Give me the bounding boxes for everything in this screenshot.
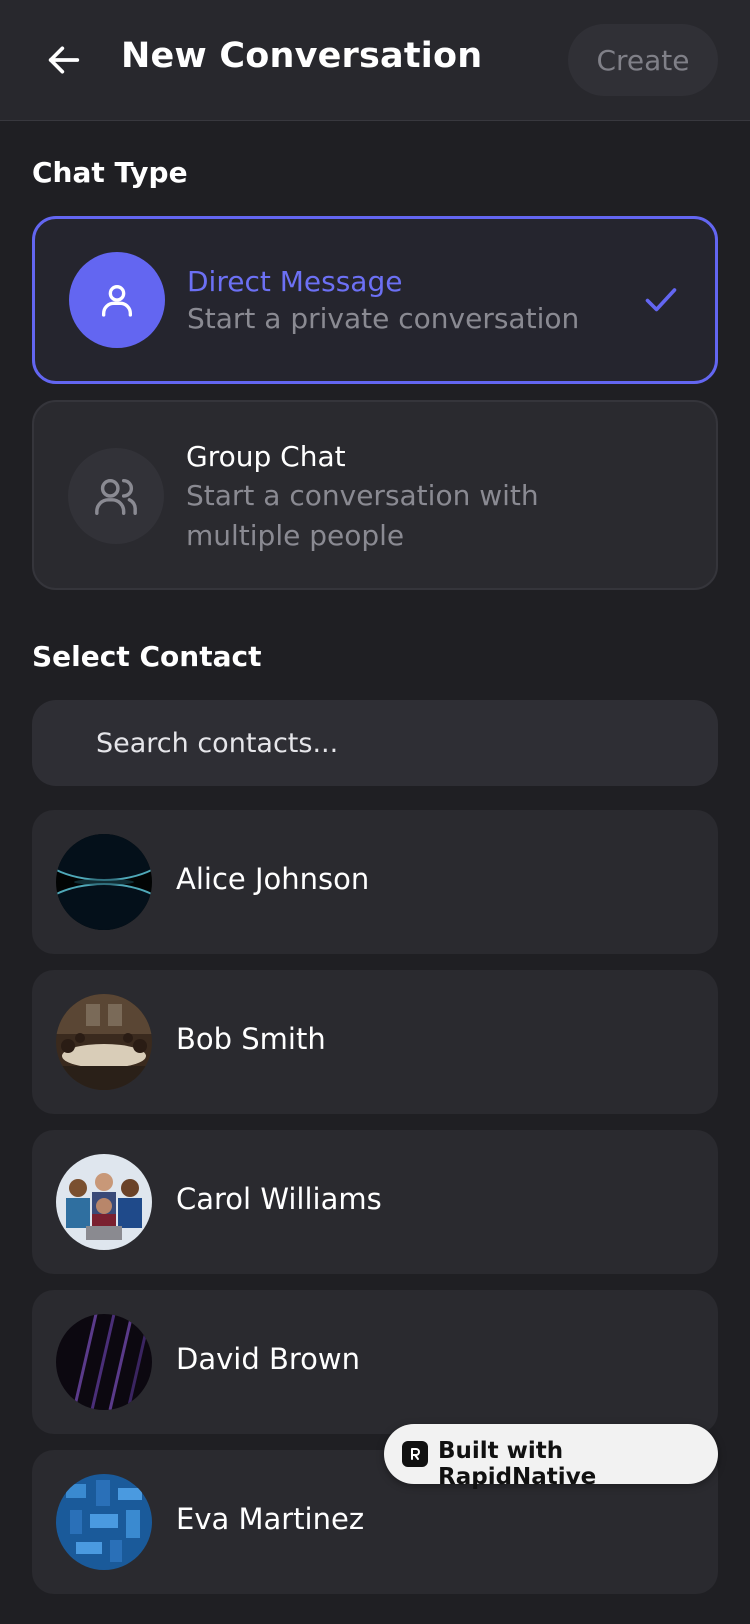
- chat-type-group-chat[interactable]: Group Chat Start a conversation with mul…: [32, 400, 718, 590]
- avatar: [56, 1474, 152, 1570]
- checkmark-icon: [645, 288, 677, 312]
- contact-name: Bob Smith: [176, 1022, 326, 1056]
- avatar: [56, 1314, 152, 1410]
- chat-type-description: Start a conversation with multiple peopl…: [186, 479, 539, 552]
- select-contact-heading: Select Contact: [32, 640, 262, 673]
- create-button[interactable]: Create: [568, 24, 718, 96]
- chat-type-direct-message[interactable]: Direct Message Start a private conversat…: [32, 216, 718, 384]
- avatar: [56, 1154, 152, 1250]
- avatar: [56, 834, 152, 930]
- contact-name: Carol Williams: [176, 1182, 382, 1216]
- contact-name: David Brown: [176, 1342, 360, 1376]
- contact-item[interactable]: Bob Smith: [32, 970, 718, 1114]
- avatar: [56, 994, 152, 1090]
- page-title: New Conversation: [121, 36, 483, 76]
- users-icon: [68, 448, 164, 544]
- arrow-left-icon: [48, 46, 80, 74]
- app-header: New Conversation Create: [0, 0, 750, 121]
- chat-type-label: Group Chat: [186, 440, 346, 473]
- contact-item[interactable]: Carol Williams: [32, 1130, 718, 1274]
- rapidnative-logo-icon: [402, 1441, 428, 1467]
- search-input[interactable]: [32, 700, 718, 786]
- contact-name: Alice Johnson: [176, 862, 370, 896]
- chat-type-label: Direct Message: [187, 265, 403, 298]
- chat-type-heading: Chat Type: [32, 156, 188, 189]
- badge-text: Built with RapidNative: [438, 1438, 597, 1490]
- contact-item[interactable]: Alice Johnson: [32, 810, 718, 954]
- user-icon: [69, 252, 165, 348]
- back-button[interactable]: [36, 30, 92, 90]
- contact-item[interactable]: David Brown: [32, 1290, 718, 1434]
- built-with-badge[interactable]: Built with RapidNative: [384, 1424, 718, 1490]
- contact-name: Eva Martinez: [176, 1502, 365, 1536]
- chat-type-description: Start a private conversation: [187, 302, 580, 335]
